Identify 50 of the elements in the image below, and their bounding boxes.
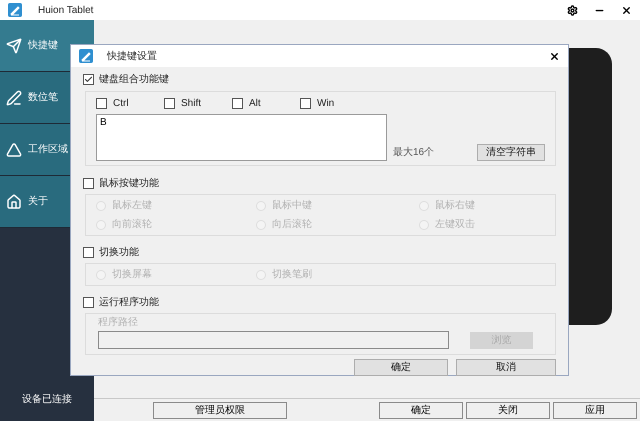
settings-icon[interactable] — [567, 4, 578, 16]
home-icon — [6, 194, 22, 210]
triangle-icon — [6, 142, 22, 158]
checkbox[interactable] — [83, 246, 94, 258]
radio-label: 鼠标中键 — [272, 198, 312, 213]
dialog-button[interactable]: 取消 — [456, 359, 556, 376]
sidebar-label: 快捷键 — [28, 38, 58, 53]
checkbox[interactable] — [83, 296, 94, 308]
radio-label: 切换屏幕 — [112, 268, 152, 282]
radio-label: 左键双击 — [435, 218, 475, 232]
radio-label: 鼠标左键 — [112, 198, 152, 213]
section-label: 键盘组合功能键 — [99, 72, 169, 86]
checkbox-label: Alt — [249, 96, 261, 110]
connection-status: 设备已连接 — [21, 392, 73, 407]
checkbox[interactable] — [83, 74, 94, 84]
dialog-title: 快捷键设置 — [107, 50, 157, 64]
section-label: 运行程序功能 — [99, 296, 159, 310]
checkbox[interactable] — [164, 98, 175, 108]
key-input-field[interactable]: B — [96, 114, 387, 161]
radio-label: 向后滚轮 — [272, 218, 312, 232]
checkbox[interactable] — [83, 178, 94, 188]
checkbox[interactable] — [232, 98, 243, 108]
sidebar-label: 关于 — [28, 194, 48, 209]
pen-icon — [6, 90, 22, 106]
footer-button[interactable]: 管理员权限 — [153, 402, 287, 418]
checkbox-label: Ctrl — [113, 96, 129, 110]
window-title: Huion Tablet — [38, 4, 94, 18]
max-length-hint: 最大16个 — [393, 146, 434, 160]
checkbox[interactable] — [96, 98, 107, 108]
clear-button[interactable]: 清空字符串 — [477, 144, 545, 161]
section-label: 切换功能 — [99, 246, 139, 260]
checkbox[interactable] — [300, 98, 311, 108]
section-label: 鼠标按键功能 — [99, 176, 159, 190]
footer-button[interactable]: 应用 — [553, 402, 637, 418]
radio-label: 切换笔刷 — [272, 268, 312, 282]
pen-logo-icon — [8, 3, 22, 17]
checkbox-label: Shift — [181, 96, 202, 110]
sidebar-label: 数位笔 — [28, 91, 58, 105]
pen-logo-icon — [79, 49, 93, 63]
footer-button[interactable]: 关闭 — [466, 402, 550, 418]
close-icon[interactable] — [549, 50, 560, 62]
radio-label: 向前滚轮 — [112, 218, 152, 232]
send-icon — [6, 38, 22, 54]
dialog-button[interactable]: 确定 — [354, 359, 448, 376]
close-icon[interactable] — [621, 4, 632, 16]
sidebar-label: 工作区域 — [28, 142, 68, 157]
radio-label: 鼠标右键 — [435, 198, 475, 213]
footer-button[interactable]: 确定 — [379, 402, 463, 418]
path-label: 程序路径 — [98, 316, 139, 330]
checkbox-label: Win — [317, 96, 334, 110]
